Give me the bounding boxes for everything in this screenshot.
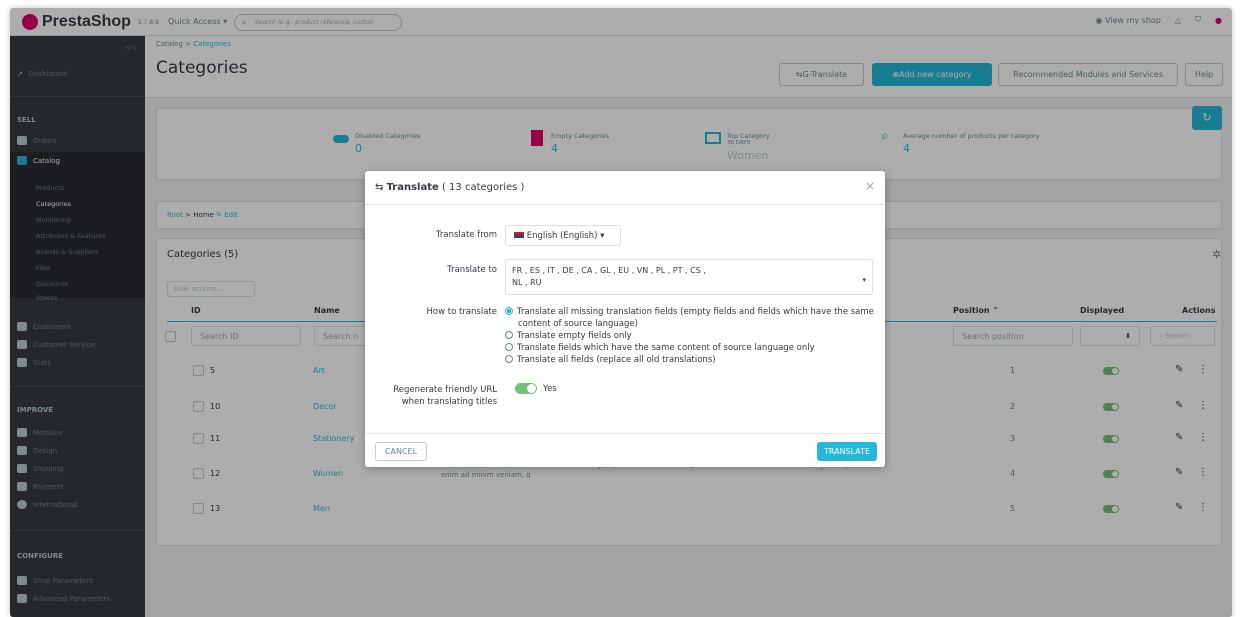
radio-icon [505, 355, 513, 363]
label-how-to-translate: How to translate [426, 307, 497, 317]
modal-title: ⇆ Translate ( 13 categories ) [375, 182, 524, 193]
label-translate-from: Translate from [435, 230, 497, 240]
app-window: PrestaShop 1.7.8.9 Quick Access ▾ ⌕ Sear… [10, 8, 1232, 617]
translate-modal: ⇆ Translate ( 13 categories ) × Translat… [365, 171, 885, 467]
radio-icon [505, 343, 513, 351]
option-all[interactable]: Translate all fields (replace all old tr… [505, 354, 874, 366]
translate-from-select[interactable]: English (English) ▾ [505, 225, 621, 246]
regenerate-url-value: Yes [543, 384, 557, 394]
option-all-label: Translate all fields (replace all old tr… [517, 355, 716, 365]
modal-footer-divider [365, 433, 885, 434]
toggle-knob [527, 384, 536, 393]
option-missing-label: Translate all missing translation fields… [517, 307, 874, 317]
option-same-content[interactable]: Translate fields which have the same con… [505, 342, 874, 354]
translate-to-multiselect[interactable]: FR , ES , IT , DE , CA , GL , EU , VN , … [505, 259, 873, 295]
us-flag-icon [514, 232, 524, 238]
translate-to-languages-line1: FR , ES , IT , DE , CA , GL , EU , VN , … [512, 266, 706, 275]
translate-icon: ⇆ [375, 182, 387, 193]
translate-to-languages-line2: NL , RU [512, 278, 542, 287]
label-translate-to: Translate to [447, 265, 497, 275]
option-missing-label-2: content of source language) [518, 319, 638, 329]
modal-title-main: Translate [386, 182, 439, 193]
modal-title-count: ( 13 categories ) [441, 182, 525, 193]
radio-checked-icon [505, 307, 513, 315]
modal-header-divider [365, 204, 885, 205]
dropdown-arrow-icon: ▾ [862, 276, 866, 284]
cancel-button[interactable]: CANCEL [375, 442, 427, 461]
option-missing[interactable]: Translate all missing translation fields… [505, 306, 874, 318]
label-regenerate-url: Regenerate friendly URL when translating… [393, 384, 497, 408]
close-icon[interactable]: × [865, 179, 875, 193]
radio-icon [505, 331, 513, 339]
translate-button[interactable]: TRANSLATE [817, 442, 877, 461]
option-empty-label: Translate empty fields only [517, 331, 632, 341]
option-empty[interactable]: Translate empty fields only [505, 330, 874, 342]
option-same-content-label: Translate fields which have the same con… [517, 343, 815, 353]
label-regenerate-line1: Regenerate friendly URL [393, 385, 497, 395]
translate-from-value: English (English) [526, 231, 598, 241]
how-to-translate-options: Translate all missing translation fields… [505, 306, 874, 366]
regenerate-url-toggle[interactable] [515, 383, 537, 394]
label-regenerate-line2: when translating titles [401, 397, 497, 407]
